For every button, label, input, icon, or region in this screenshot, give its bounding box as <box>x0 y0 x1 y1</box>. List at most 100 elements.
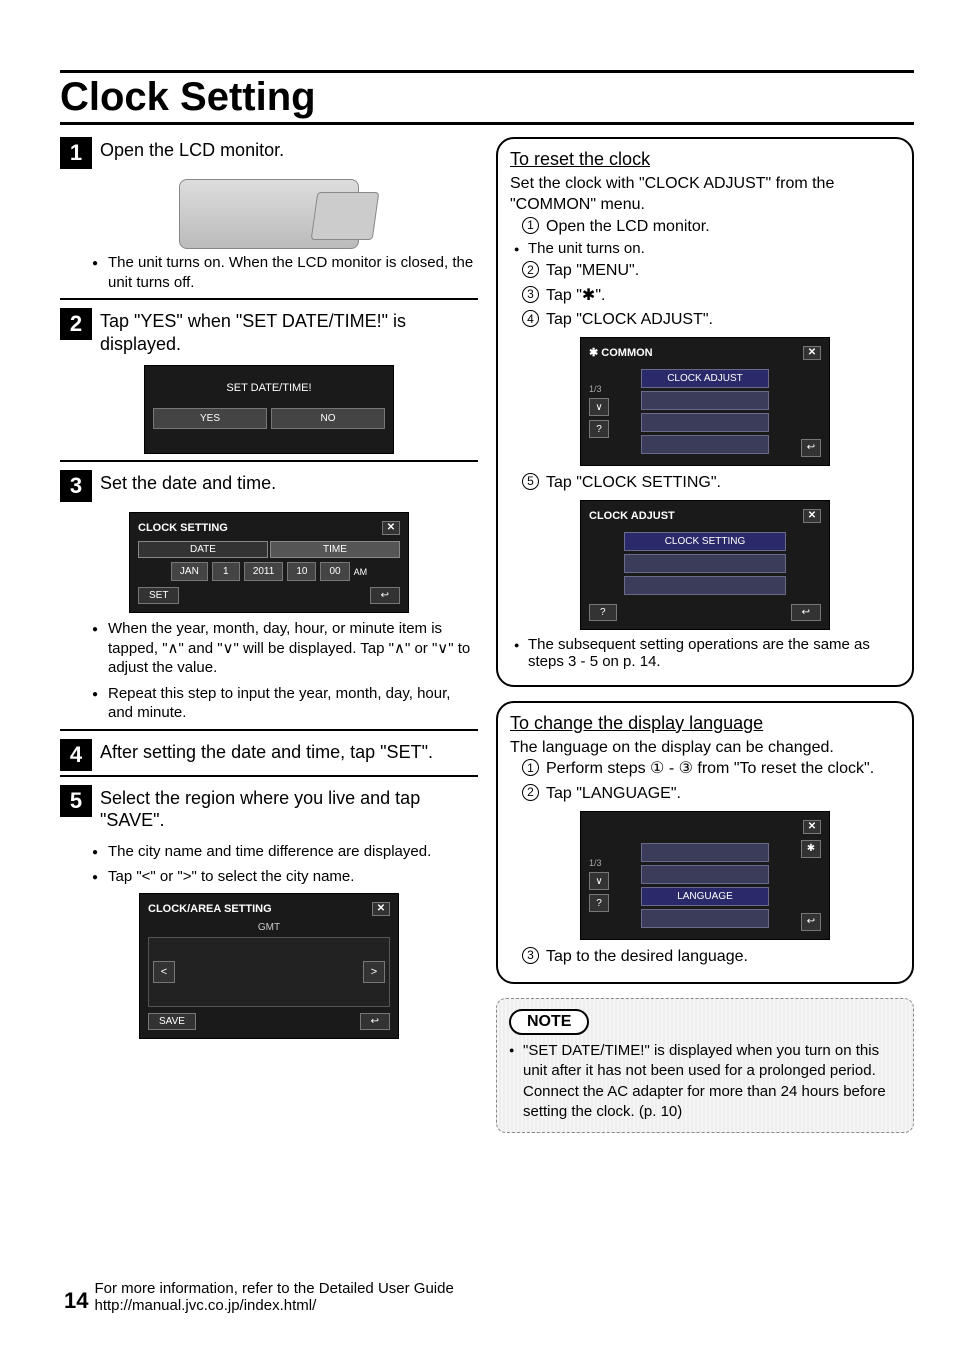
substep-text: Tap "MENU". <box>546 262 639 279</box>
step-2: 2 Tap "YES" when "SET DATE/TIME!" is dis… <box>60 308 478 462</box>
substep-text: Tap "CLOCK ADJUST". <box>546 311 713 328</box>
screen-title: COMMON <box>601 347 652 359</box>
menu-item[interactable] <box>641 865 770 884</box>
box-text: The language on the display can be chang… <box>510 738 900 759</box>
step-text: Tap "YES" when "SET DATE/TIME!" is displ… <box>100 308 478 355</box>
step-text: Set the date and time. <box>100 470 276 495</box>
menu-item-language[interactable]: LANGUAGE <box>641 887 770 906</box>
return-icon[interactable]: ↩ <box>801 913 821 931</box>
down-icon[interactable]: ∨ <box>589 872 609 890</box>
screenshot-set-datetime: SET DATE/TIME! YES NO <box>144 365 394 454</box>
bullet-text: The unit turns on. When the LCD monitor … <box>96 253 478 292</box>
sub-bullet: The unit turns on. <box>510 240 900 257</box>
year-field[interactable]: 2011 <box>244 562 284 581</box>
screenshot-clock-adjust: CLOCK ADJUST ✕ CLOCK SETTING ? ↩ <box>580 500 830 630</box>
page-title: Clock Setting <box>60 73 914 125</box>
box-text: Set the clock with "CLOCK ADJUST" from t… <box>510 174 900 216</box>
footer-url: http://manual.jvc.co.jp/index.html/ <box>94 1297 316 1314</box>
screen-title: SET DATE/TIME! <box>153 382 385 394</box>
substep-text: Tap "CLOCK SETTING". <box>546 474 721 491</box>
step-text: After setting the date and time, tap "SE… <box>100 739 433 764</box>
substep-text: Tap "LANGUAGE". <box>546 785 681 802</box>
return-icon[interactable]: ↩ <box>370 587 400 604</box>
prev-icon[interactable]: < <box>153 961 175 983</box>
hour-field[interactable]: 10 <box>287 562 316 581</box>
close-icon[interactable]: ✕ <box>372 902 390 916</box>
screen-title: CLOCK/AREA SETTING <box>148 903 272 915</box>
menu-item[interactable] <box>641 391 770 410</box>
sub-bullet: The subsequent setting operations are th… <box>510 636 900 670</box>
help-icon[interactable]: ? <box>589 604 617 621</box>
gear-icon[interactable]: ✱ <box>801 840 821 858</box>
page-indicator: 1/3 <box>589 858 609 868</box>
box-heading: To reset the clock <box>510 149 900 170</box>
no-button[interactable]: NO <box>271 408 385 429</box>
substep-text: Tap "✱". <box>546 287 605 304</box>
substep-text: Tap to the desired language. <box>546 948 748 965</box>
page-number: 14 <box>64 1288 88 1314</box>
menu-item[interactable] <box>641 909 770 928</box>
tab-date[interactable]: DATE <box>138 541 268 558</box>
screenshot-area-setting: CLOCK/AREA SETTING ✕ GMT < > SAVE ↩ <box>139 893 399 1039</box>
menu-item[interactable] <box>624 554 786 573</box>
step-4: 4 After setting the date and time, tap "… <box>60 739 478 777</box>
bullet-text: The city name and time difference are di… <box>96 842 478 862</box>
bullet-text: Tap "<" or ">" to select the city name. <box>96 867 478 887</box>
step-number: 5 <box>60 785 92 817</box>
bullet-text: Repeat this step to input the year, mont… <box>96 684 478 723</box>
close-icon[interactable]: ✕ <box>803 346 821 360</box>
step-number: 4 <box>60 739 92 771</box>
close-icon[interactable]: ✕ <box>382 521 400 535</box>
month-field[interactable]: JAN <box>171 562 208 581</box>
minute-field[interactable]: 00 <box>320 562 349 581</box>
yes-button[interactable]: YES <box>153 408 267 429</box>
columns: 1 Open the LCD monitor. The unit turns o… <box>60 137 914 1133</box>
ampm-label: AM <box>354 567 368 577</box>
return-icon[interactable]: ↩ <box>801 439 821 457</box>
menu-item[interactable] <box>624 576 786 595</box>
page-indicator: 1/3 <box>589 384 609 394</box>
footer: 14 For more information, refer to the De… <box>64 1280 454 1314</box>
screenshot-common-menu: COMMON ✕ 1/3 ∨ ? CLOCK ADJUST <box>580 337 830 466</box>
down-icon[interactable]: ∨ <box>589 398 609 416</box>
menu-item[interactable] <box>641 843 770 862</box>
screen-title: CLOCK ADJUST <box>589 510 675 522</box>
close-icon[interactable]: ✕ <box>803 509 821 523</box>
menu-item-clock-setting[interactable]: CLOCK SETTING <box>624 532 786 551</box>
world-map: < > <box>148 937 390 1007</box>
left-column: 1 Open the LCD monitor. The unit turns o… <box>60 137 478 1133</box>
help-icon[interactable]: ? <box>589 894 609 912</box>
substep-text: Perform steps ① - ③ from "To reset the c… <box>546 760 874 777</box>
box-heading: To change the display language <box>510 713 900 734</box>
step-text: Select the region where you live and tap… <box>100 785 478 832</box>
bullet-text: When the year, month, day, hour, or minu… <box>96 619 478 678</box>
next-icon[interactable]: > <box>363 961 385 983</box>
menu-item[interactable] <box>641 435 770 454</box>
close-icon[interactable]: ✕ <box>803 820 821 834</box>
step-number: 2 <box>60 308 92 340</box>
camcorder-illustration <box>179 179 359 249</box>
step-3: 3 Set the date and time. CLOCK SETTING ✕… <box>60 470 478 731</box>
menu-item-clock-adjust[interactable]: CLOCK ADJUST <box>641 369 770 388</box>
return-icon[interactable]: ↩ <box>791 604 821 621</box>
page: Clock Setting 1 Open the LCD monitor. Th… <box>60 70 914 1320</box>
tab-time[interactable]: TIME <box>270 541 400 558</box>
step-number: 3 <box>60 470 92 502</box>
screenshot-language-menu: ✕ 1/3 ∨ ? LANGUAGE <box>580 811 830 940</box>
note-box: NOTE "SET DATE/TIME!" is displayed when … <box>496 998 914 1133</box>
change-language-box: To change the display language The langu… <box>496 701 914 985</box>
step-1: 1 Open the LCD monitor. The unit turns o… <box>60 137 478 300</box>
footer-line1: For more information, refer to the Detai… <box>94 1280 453 1297</box>
note-text: "SET DATE/TIME!" is displayed when you t… <box>509 1041 901 1122</box>
return-icon[interactable]: ↩ <box>360 1013 390 1030</box>
set-button[interactable]: SET <box>138 587 179 604</box>
menu-item[interactable] <box>641 413 770 432</box>
day-field[interactable]: 1 <box>212 562 240 581</box>
help-icon[interactable]: ? <box>589 420 609 438</box>
save-button[interactable]: SAVE <box>148 1013 196 1030</box>
step-number: 1 <box>60 137 92 169</box>
reset-clock-box: To reset the clock Set the clock with "C… <box>496 137 914 687</box>
substep-text: Open the LCD monitor. <box>546 218 710 235</box>
gmt-label: GMT <box>148 922 390 933</box>
right-column: To reset the clock Set the clock with "C… <box>496 137 914 1133</box>
